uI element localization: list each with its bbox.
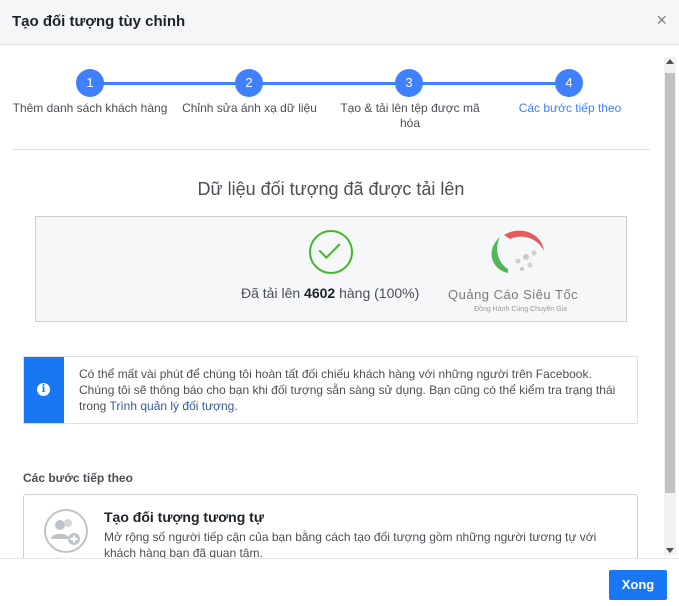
option-description: Mở rộng số người tiếp cận của bạn bằng c… — [104, 530, 597, 558]
lookalike-audience-icon — [44, 509, 88, 553]
info-bar: i — [24, 357, 64, 423]
step-4-circle: 4 — [555, 69, 583, 97]
watermark-logo: Quảng Cáo Siêu Tốc Đồng Hành Cùng Chuyên… — [446, 225, 606, 317]
check-icon — [309, 230, 353, 274]
scroll-thumb[interactable] — [665, 73, 675, 493]
dialog-content[interactable]: 1 2 3 4 Thêm danh sách khách hàng Chỉnh … — [0, 45, 662, 558]
close-icon[interactable]: × — [656, 11, 667, 29]
dialog-footer: Xong — [0, 558, 679, 606]
logo-mark-icon — [491, 230, 544, 273]
create-lookalike-option[interactable]: Tạo đối tượng tương tự Mở rộng số người … — [23, 494, 638, 558]
step-1-circle: 1 — [76, 69, 104, 97]
info-icon: i — [37, 383, 50, 396]
step-1-label: Thêm danh sách khách hàng — [12, 101, 168, 115]
steps-divider — [12, 149, 650, 150]
option-title: Tạo đối tượng tương tự — [104, 509, 264, 525]
dialog-header: Tạo đối tượng tùy chỉnh × — [0, 0, 679, 45]
upload-count: 4602 — [304, 285, 336, 301]
custom-audience-dialog: Tạo đối tượng tùy chỉnh × 1 2 3 4 Thêm d… — [0, 0, 679, 606]
upload-status: Đã tải lên 4602 hàng (100%) — [241, 285, 419, 301]
info-text-after: . — [234, 399, 238, 413]
done-button[interactable]: Xong — [609, 570, 667, 600]
scroll-up-icon[interactable] — [666, 59, 674, 64]
logo-tagline: Đồng Hành Cùng Chuyên Gia — [474, 306, 568, 313]
step-2-label: Chỉnh sửa ánh xạ dữ liệu — [182, 101, 317, 115]
scroll-down-icon[interactable] — [666, 548, 674, 553]
steps-progress-line — [90, 82, 570, 85]
step-3-circle: 3 — [395, 69, 423, 97]
upload-summary-box: Đã tải lên 4602 hàng (100%) Quảng Cáo Si… — [35, 216, 627, 322]
step-2-circle: 2 — [235, 69, 263, 97]
audience-manager-link[interactable]: Trình quản lý đối tượng — [109, 399, 234, 413]
logo-text: Quảng Cáo Siêu Tốc — [448, 287, 579, 302]
step-3-label: Tạo & tải lên tệp được mã hóa — [340, 101, 480, 130]
info-text: Có thể mất vài phút để chúng tôi hoàn tấ… — [79, 366, 627, 414]
dialog-title: Tạo đối tượng tùy chỉnh — [12, 13, 186, 30]
step-4-label: Các bước tiếp theo — [518, 101, 622, 115]
upload-prefix: Đã tải lên — [241, 285, 301, 301]
content-scrollbar[interactable] — [664, 57, 676, 555]
info-notice: i Có thể mất vài phút để chúng tôi hoàn … — [23, 356, 638, 424]
upload-suffix: hàng (100%) — [339, 285, 420, 301]
next-steps-title: Các bước tiếp theo — [23, 471, 133, 485]
upload-success-title: Dữ liệu đối tượng đã được tải lên — [197, 179, 465, 199]
